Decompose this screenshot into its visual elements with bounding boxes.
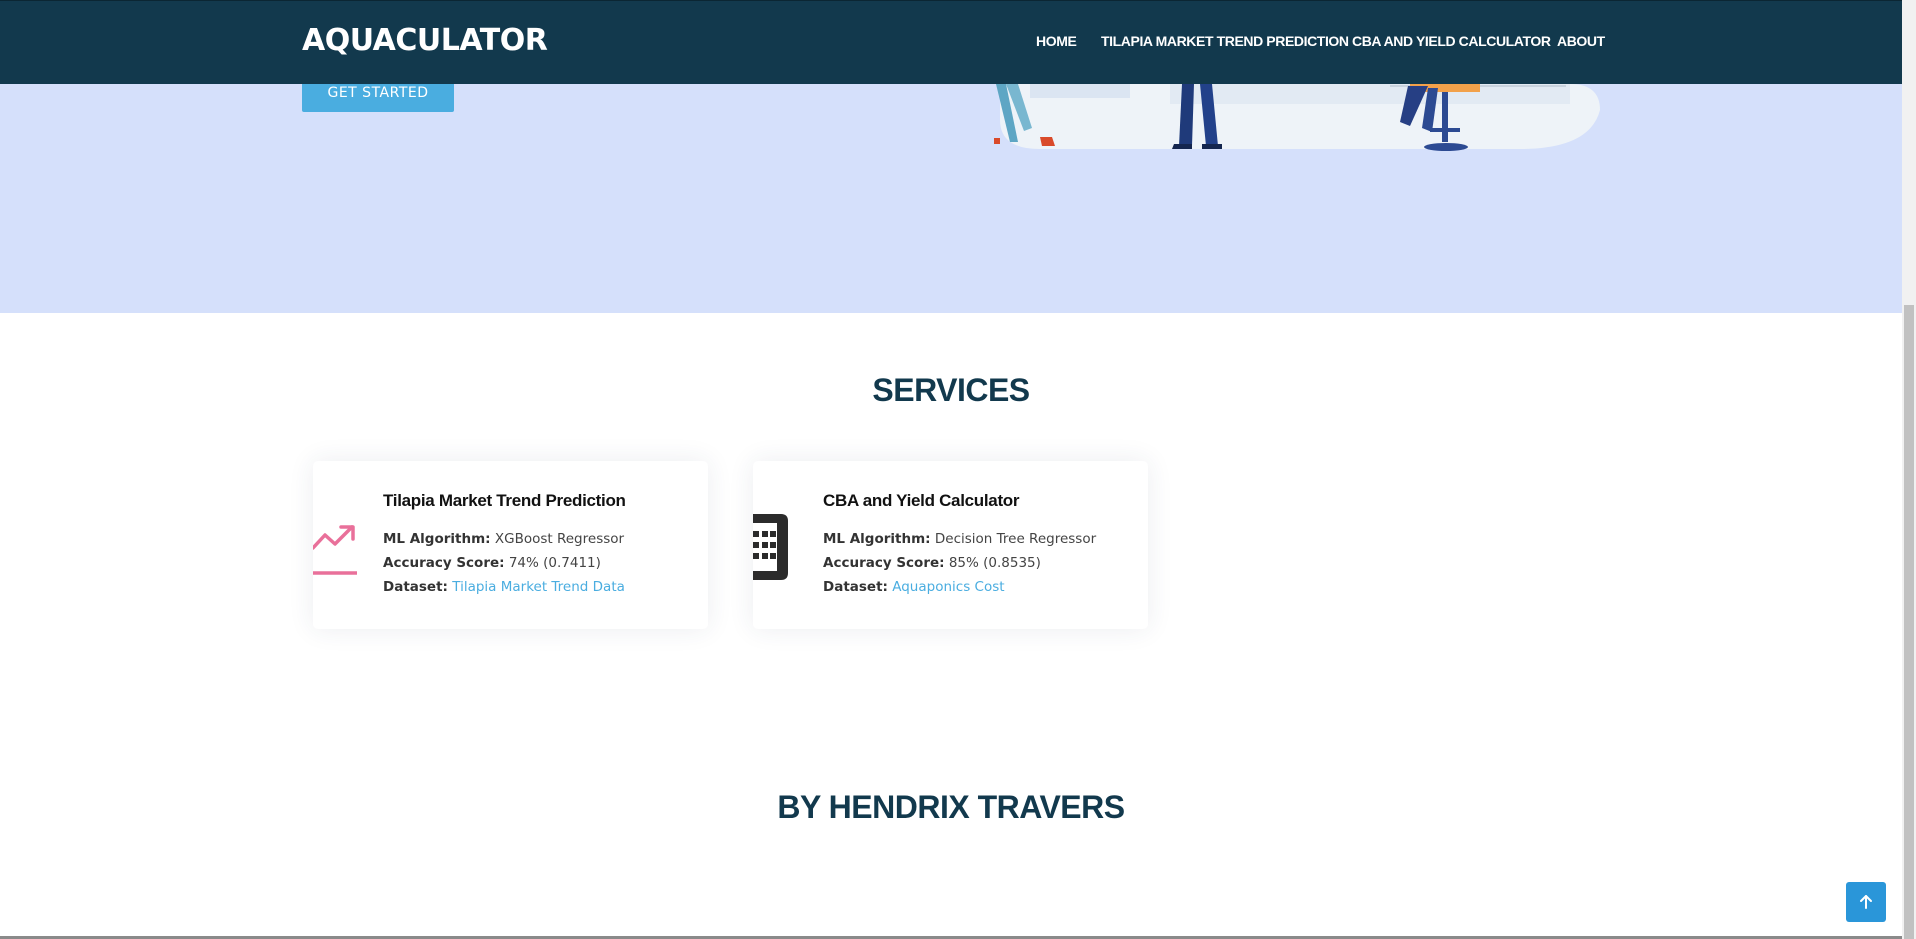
services-title: SERVICES (872, 372, 1030, 408)
algorithm-value: XGBoost Regressor (494, 531, 625, 547)
dataset-link-aquaponics[interactable]: Aquaponics Cost (892, 579, 1004, 595)
page-scrollbar[interactable] (1902, 0, 1916, 939)
accuracy-value: 85% (0.8535) (948, 555, 1041, 571)
calculator-icon (753, 514, 788, 580)
back-to-top-button[interactable] (1846, 882, 1886, 922)
navbar: AQUACULATOR HOME TILAPIA MARKET TREND PR… (0, 0, 1902, 84)
algorithm-label: ML Algorithm: (383, 531, 491, 547)
trend-up-icon (313, 525, 357, 575)
service-card-title: Tilapia Market Trend Prediction (383, 491, 626, 510)
algorithm-label: ML Algorithm: (823, 531, 931, 547)
accuracy-value: 74% (0.7411) (508, 555, 601, 571)
dataset-row: Dataset: Aquaponics Cost (823, 579, 1005, 595)
nav-link-tilapia-market-trend-prediction[interactable]: TILAPIA MARKET TREND PREDICTION (1101, 33, 1349, 49)
service-card-title: CBA and Yield Calculator (823, 491, 1020, 510)
scrollbar-thumb[interactable] (1904, 305, 1914, 939)
service-card-tilapia: Tilapia Market Trend Prediction ML Algor… (313, 461, 708, 629)
nav-link-about[interactable]: ABOUT (1557, 33, 1605, 49)
dataset-link-tilapia[interactable]: Tilapia Market Trend Data (452, 579, 625, 595)
arrow-up-icon (1860, 895, 1872, 909)
author-title: BY HENDRIX TRAVERS (777, 789, 1125, 825)
nav-link-home[interactable]: HOME (1036, 33, 1077, 49)
accuracy-row: Accuracy Score: 85% (0.8535) (823, 555, 1041, 571)
accuracy-label: Accuracy Score: (383, 555, 505, 571)
dataset-label: Dataset: (383, 579, 448, 595)
accuracy-label: Accuracy Score: (823, 555, 945, 571)
service-card-cba: CBA and Yield Calculator ML Algorithm: D… (753, 461, 1148, 629)
algorithm-value: Decision Tree Regressor (934, 531, 1097, 547)
algorithm-row: ML Algorithm: XGBoost Regressor (383, 531, 624, 547)
nav-link-cba-yield-calculator[interactable]: CBA AND YIELD CALCULATOR (1352, 33, 1551, 49)
dataset-label: Dataset: (823, 579, 888, 595)
brand-logo[interactable]: AQUACULATOR (302, 23, 548, 58)
dataset-row: Dataset: Tilapia Market Trend Data (383, 579, 625, 595)
accuracy-row: Accuracy Score: 74% (0.7411) (383, 555, 601, 571)
algorithm-row: ML Algorithm: Decision Tree Regressor (823, 531, 1096, 547)
